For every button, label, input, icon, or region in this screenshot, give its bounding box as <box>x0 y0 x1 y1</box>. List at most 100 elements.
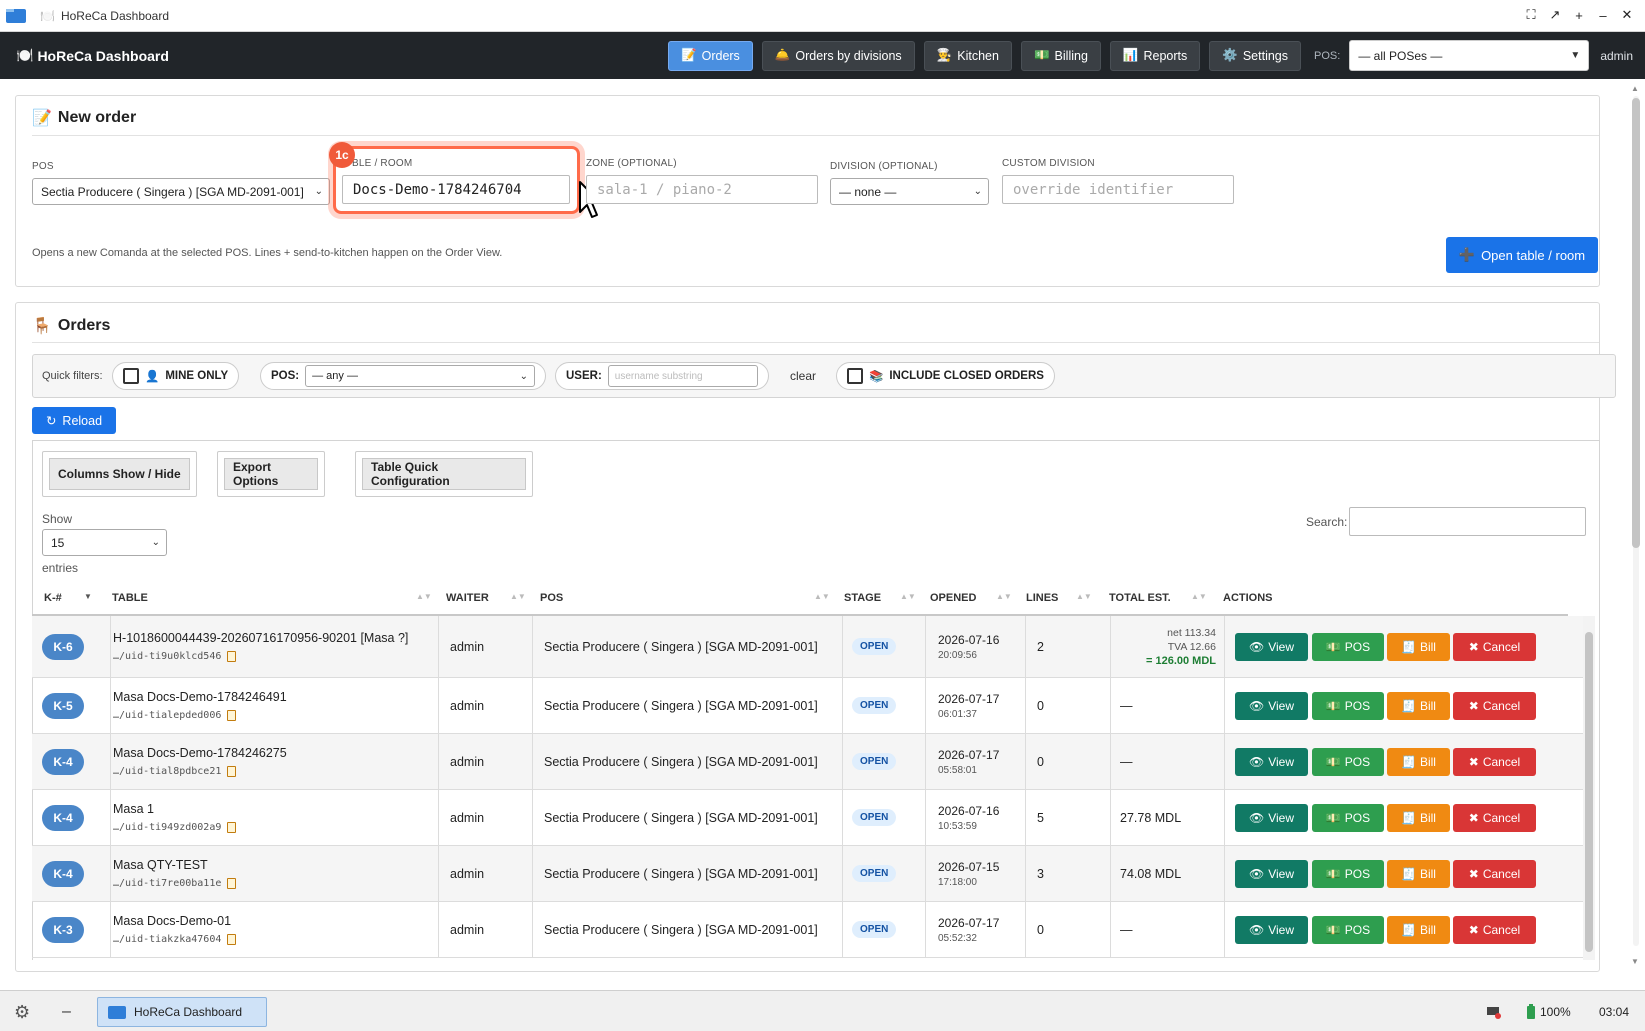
nav-settings[interactable]: ⚙️ Settings <box>1209 40 1302 71</box>
col-opened[interactable]: OPENED <box>930 580 976 616</box>
view-button[interactable]: 👁 View <box>1235 747 1308 776</box>
table-name: Masa 1 <box>113 802 154 816</box>
cancel-button[interactable]: ✖ Cancel <box>1453 691 1536 720</box>
receipt-icon: 🧾 <box>1401 639 1416 654</box>
pos-filter-select[interactable]: — any — ⌄ <box>305 365 535 387</box>
kitchen-number-badge[interactable]: K-3 <box>42 916 84 943</box>
pos-button[interactable]: 💵 POS <box>1312 803 1384 832</box>
orders-table-header: K-# ▼ TABLE ▲▼ WAITER ▲▼ POS ▲▼ STAGE ▲▼ OPEN… <box>32 580 1568 616</box>
view-button[interactable]: 👁 View <box>1235 803 1308 832</box>
pos-select[interactable]: Sectia Producere ( Singera ) [SGA MD-209… <box>32 178 330 205</box>
opened-date: 2026-07-17 <box>938 915 1000 930</box>
pos-button[interactable]: 💵 POS <box>1312 747 1384 776</box>
view-button[interactable]: 👁 View <box>1235 632 1308 661</box>
nav-orders-by-divisions[interactable]: 🛎️ Orders by divisions <box>761 40 915 71</box>
table-row: K-6 H-1018600044439-20260716170956-90201 … <box>32 616 1583 678</box>
cancel-button[interactable]: ✖ Cancel <box>1453 859 1536 888</box>
columns-show-hide-button[interactable]: Columns Show / Hide <box>42 451 197 497</box>
pos-button[interactable]: 💵 POS <box>1312 859 1384 888</box>
app-navbar: 🍽️ HoReCa Dashboard 📝 Orders 🛎️ Orders by d… <box>0 32 1645 79</box>
view-button[interactable]: 👁 View <box>1235 691 1308 720</box>
col-lines[interactable]: LINES <box>1026 580 1058 616</box>
pos-button[interactable]: 💵 POS <box>1312 632 1384 661</box>
view-button[interactable]: 👁 View <box>1235 859 1308 888</box>
view-button[interactable]: 👁 View <box>1235 915 1308 944</box>
page-scrollbar[interactable]: ▲ ▼ <box>1629 84 1641 966</box>
reload-button[interactable]: ↻ Reload <box>32 407 116 434</box>
memo-icon: 📝 <box>681 48 697 62</box>
col-knum[interactable]: K-# <box>44 580 62 616</box>
mine-only-checkbox[interactable] <box>123 368 139 384</box>
cancel-button[interactable]: ✖ Cancel <box>1453 803 1536 832</box>
include-closed-toggle[interactable]: 📚 INCLUDE CLOSED ORDERS <box>836 362 1055 390</box>
bill-button[interactable]: 🧾 Bill <box>1387 859 1450 888</box>
clear-filters-link[interactable]: clear <box>790 369 816 383</box>
fullscreen-icon[interactable]: ⛶ <box>1523 6 1539 24</box>
custom-division-input[interactable]: override identifier <box>1002 175 1234 204</box>
close-icon[interactable]: ✕ <box>1619 6 1635 24</box>
cancel-button[interactable]: ✖ Cancel <box>1453 747 1536 776</box>
pos-name: Sectia Producere ( Singera ) [SGA MD-209… <box>544 754 818 769</box>
window-title: 🍽️ HoReCa Dashboard <box>40 8 170 23</box>
export-options-button[interactable]: Export Options <box>217 451 325 497</box>
mine-only-toggle[interactable]: 👤 MINE ONLY <box>112 362 240 390</box>
user-name[interactable]: admin <box>1600 49 1633 63</box>
clipboard-icon[interactable] <box>227 651 237 662</box>
plus-icon[interactable]: + <box>1571 6 1587 24</box>
bill-button[interactable]: 🧾 Bill <box>1387 747 1450 776</box>
brand[interactable]: 🍽️ HoReCa Dashboard <box>16 47 169 64</box>
kitchen-number-badge[interactable]: K-4 <box>42 860 84 887</box>
col-total-est[interactable]: TOTAL EST. <box>1109 580 1171 616</box>
include-closed-checkbox[interactable] <box>847 368 863 384</box>
table-scrollbar[interactable] <box>1583 616 1595 960</box>
clock[interactable]: 03:04 <box>1599 997 1629 1027</box>
clipboard-icon[interactable] <box>227 934 237 945</box>
battery-indicator[interactable]: 100% <box>1526 997 1571 1027</box>
settings-gear-icon[interactable]: ⚙ <box>14 997 30 1027</box>
opened-time: 17:18:00 <box>938 876 977 888</box>
clipboard-icon[interactable] <box>227 710 237 721</box>
bill-button[interactable]: 🧾 Bill <box>1387 691 1450 720</box>
total-tva: TVA 12.66 <box>1167 640 1216 653</box>
pos-filter: POS: — any — ⌄ <box>260 362 546 390</box>
col-waiter[interactable]: WAITER <box>446 580 489 616</box>
minimize-icon[interactable]: – <box>1595 6 1611 24</box>
zone-input[interactable]: sala-1 / piano-2 <box>586 175 818 204</box>
scroll-down-icon[interactable]: ▼ <box>1631 957 1639 966</box>
pos-name: Sectia Producere ( Singera ) [SGA MD-209… <box>544 698 818 713</box>
custom-division-label: CUSTOM DIVISION <box>1002 158 1095 169</box>
network-icon[interactable] <box>1486 997 1502 1027</box>
clipboard-icon[interactable] <box>227 822 237 833</box>
kitchen-number-badge[interactable]: K-6 <box>42 633 84 660</box>
clipboard-icon[interactable] <box>227 766 237 777</box>
bill-button[interactable]: 🧾 Bill <box>1387 803 1450 832</box>
bill-button[interactable]: 🧾 Bill <box>1387 915 1450 944</box>
table-search-input[interactable] <box>1349 507 1586 536</box>
col-table[interactable]: TABLE <box>112 580 148 616</box>
nav-billing[interactable]: 💵 Billing <box>1020 40 1101 71</box>
table-quick-config-button[interactable]: Table Quick Configuration <box>355 451 533 497</box>
col-stage[interactable]: STAGE <box>844 580 881 616</box>
taskbar-app-button[interactable]: HoReCa Dashboard <box>97 997 267 1027</box>
kitchen-number-badge[interactable]: K-4 <box>42 748 84 775</box>
kitchen-number-badge[interactable]: K-4 <box>42 804 84 831</box>
minimize-all-icon[interactable]: – <box>62 997 71 1027</box>
pos-global-select[interactable]: — all POSes — ▼ <box>1349 40 1590 71</box>
pos-button[interactable]: 💵 POS <box>1312 691 1384 720</box>
bill-button[interactable]: 🧾 Bill <box>1387 632 1450 661</box>
nav-orders[interactable]: 📝 Orders <box>668 40 753 71</box>
cancel-button[interactable]: ✖ Cancel <box>1453 915 1536 944</box>
scroll-up-icon[interactable]: ▲ <box>1631 84 1639 93</box>
kitchen-number-badge[interactable]: K-5 <box>42 692 84 719</box>
restore-icon[interactable]: ↗ <box>1547 6 1563 24</box>
pos-button[interactable]: 💵 POS <box>1312 915 1384 944</box>
cancel-button[interactable]: ✖ Cancel <box>1453 632 1536 661</box>
nav-kitchen[interactable]: 👨‍🍳 Kitchen <box>923 40 1012 71</box>
user-filter-input[interactable]: username substring <box>607 365 758 387</box>
col-pos[interactable]: POS <box>540 580 563 616</box>
open-table-button[interactable]: ➕ Open table / room <box>1446 237 1598 273</box>
page-size-select[interactable]: 15 ⌄ <box>42 529 167 556</box>
nav-reports[interactable]: 📊 Reports <box>1109 40 1201 71</box>
clipboard-icon[interactable] <box>227 878 237 889</box>
division-select[interactable]: — none — ⌄ <box>830 178 989 205</box>
